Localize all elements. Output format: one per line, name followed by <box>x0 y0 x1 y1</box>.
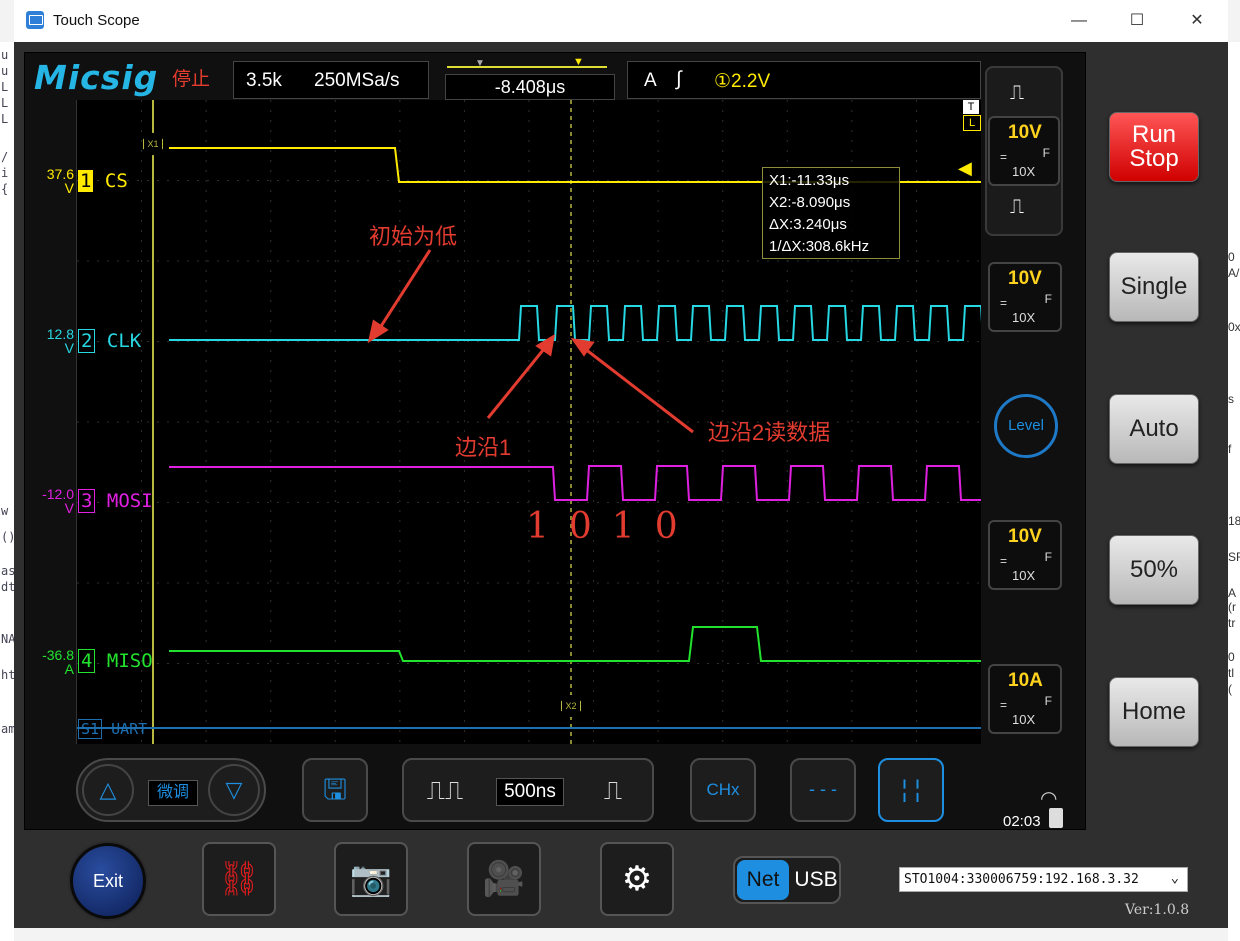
ch4-settings-button[interactable]: 10A = F 10X <box>988 664 1062 734</box>
horizontal-cursor-button[interactable]: - - - <box>790 758 856 822</box>
fine-adjust-control: △ 微调 ▽ <box>76 758 266 822</box>
device-select-value: STO1004:330006759:192.168.3.32 <box>904 872 1139 887</box>
connection-toggle[interactable]: Net USB <box>733 856 841 904</box>
ch3-settings-button[interactable]: 10V = F 10X <box>988 520 1062 590</box>
chevron-down-icon: ⌄ <box>1170 870 1179 886</box>
auto-button[interactable]: Auto <box>1109 394 1199 464</box>
timebase-decrease-button[interactable]: ⎍ <box>572 760 654 820</box>
annotation-initial-low: 初始为低 <box>369 224 458 249</box>
fine-adjust-label: 微调 <box>148 780 198 806</box>
version-label: Ver:1.0.8 <box>1125 902 1190 918</box>
timebase-value: 500ns <box>496 778 564 806</box>
pulse-down-icon[interactable]: ⎍ <box>1010 196 1024 219</box>
net-option[interactable]: Net <box>737 860 789 900</box>
video-record-icon[interactable]: 🎥 <box>467 842 541 916</box>
timebase-increase-button[interactable]: ⎍⎍ <box>404 760 486 820</box>
timebase-control: ⎍⎍ 500ns ⎍ <box>402 758 654 822</box>
link-icon[interactable]: ⛓ <box>202 842 276 916</box>
single-button[interactable]: Single <box>1109 252 1199 322</box>
annotation-edge2: 边沿2读数据 <box>708 420 831 445</box>
annotation-edge1: 边沿1 <box>455 435 512 460</box>
chx-button[interactable]: CHx <box>690 758 756 822</box>
home-button[interactable]: Home <box>1109 677 1199 747</box>
run-stop-button[interactable]: Run Stop <box>1109 112 1199 182</box>
usb-option[interactable]: USB <box>793 860 839 900</box>
exit-button[interactable]: Exit <box>70 843 146 919</box>
fine-down-button[interactable]: ▽ <box>208 764 260 816</box>
ch2-settings-button[interactable]: 10V = F 10X <box>988 262 1062 332</box>
vertical-cursor-button[interactable]: ¦ ¦ <box>878 758 944 822</box>
clock: 02:03 <box>1003 813 1041 830</box>
pulse-up-icon[interactable]: ⎍ <box>1010 82 1024 105</box>
fifty-percent-button[interactable]: 50% <box>1109 535 1199 605</box>
ch1-settings-button[interactable]: 10V = F 10X <box>988 116 1060 186</box>
fine-up-button[interactable]: △ <box>82 764 134 816</box>
screenshot-camera-icon[interactable]: 📷 <box>334 842 408 916</box>
annotation-handwritten-bits: 1010 <box>526 506 698 547</box>
save-icon[interactable]: 🖫 <box>302 758 368 822</box>
battery-icon <box>1049 808 1063 828</box>
device-select[interactable]: STO1004:330006759:192.168.3.32 ⌄ <box>899 867 1188 892</box>
level-knob-button[interactable]: Level <box>994 394 1058 458</box>
settings-gear-icon[interactable]: ⚙ <box>600 842 674 916</box>
